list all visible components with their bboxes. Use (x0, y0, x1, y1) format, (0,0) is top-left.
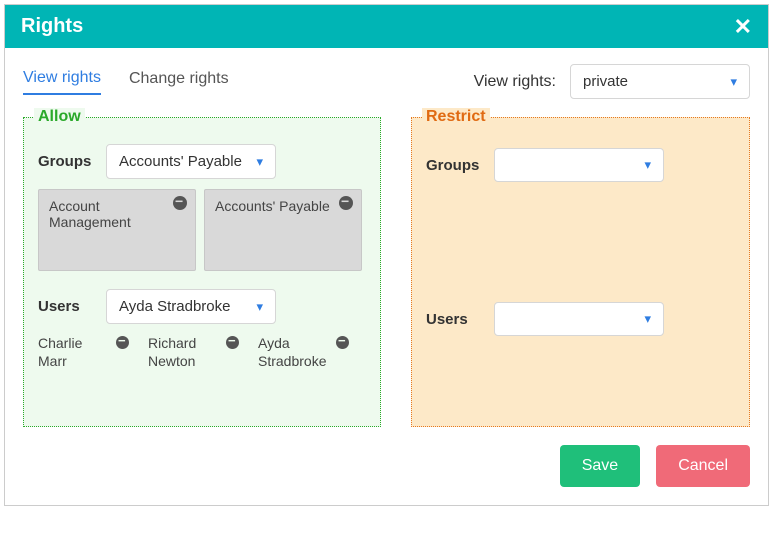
user-chip: Richard Newton (148, 334, 256, 370)
restrict-users-label: Users (426, 311, 484, 328)
restrict-title: Restrict (422, 108, 490, 126)
user-chip: Charlie Marr (38, 334, 146, 370)
dialog-title: Rights (21, 15, 83, 38)
remove-icon[interactable] (226, 336, 239, 349)
dialog-titlebar: Rights ✕ (5, 5, 768, 48)
allow-users-label: Users (38, 298, 96, 315)
chevron-down-icon: ▾ (644, 311, 651, 327)
group-chip-label: Account Management (49, 198, 131, 230)
scope-value: private (583, 73, 628, 90)
chevron-down-icon: ▾ (256, 299, 263, 315)
allow-users-dropdown[interactable]: Ayda Stradbroke ▾ (106, 289, 276, 324)
restrict-users-dropdown[interactable]: ▾ (494, 302, 664, 336)
chevron-down-icon: ▾ (730, 74, 737, 90)
chevron-down-icon: ▾ (644, 157, 651, 173)
close-icon[interactable]: ✕ (734, 16, 752, 38)
tab-view-rights[interactable]: View rights (23, 69, 101, 95)
scope-label: View rights: (474, 73, 556, 91)
remove-icon[interactable] (336, 336, 349, 349)
allow-groups-selected: Accounts' Payable (119, 153, 242, 170)
user-chip-label: Richard Newton (148, 334, 220, 370)
dialog-body: View rights Change rights View rights: p… (5, 48, 768, 505)
group-chip-label: Accounts' Payable (215, 198, 330, 214)
user-chip-label: Charlie Marr (38, 334, 110, 370)
restrict-groups-label: Groups (426, 157, 484, 174)
group-chip: Accounts' Payable (204, 189, 362, 271)
allow-panel: Allow Groups Accounts' Payable ▾ Account… (23, 117, 381, 427)
remove-icon[interactable] (339, 196, 353, 210)
allow-title: Allow (34, 108, 85, 126)
tabs: View rights Change rights (23, 69, 229, 95)
group-chip: Account Management (38, 189, 196, 271)
remove-icon[interactable] (116, 336, 129, 349)
restrict-groups-row: Groups ▾ (426, 148, 735, 182)
allow-groups-chips: Account Management Accounts' Payable (38, 189, 366, 271)
cancel-button[interactable]: Cancel (656, 445, 750, 487)
user-chip: Ayda Stradbroke (258, 334, 366, 370)
restrict-users-row: Users ▾ (426, 302, 735, 336)
columns: Allow Groups Accounts' Payable ▾ Account… (23, 117, 750, 427)
allow-users-selected: Ayda Stradbroke (119, 298, 230, 315)
allow-groups-dropdown[interactable]: Accounts' Payable ▾ (106, 144, 276, 179)
allow-groups-row: Groups Accounts' Payable ▾ (38, 144, 366, 179)
user-chip-label: Ayda Stradbroke (258, 334, 330, 370)
dialog-footer: Save Cancel (23, 445, 750, 487)
allow-users-chips: Charlie Marr Richard Newton Ayda Stradbr… (38, 334, 366, 370)
top-row: View rights Change rights View rights: p… (23, 64, 750, 99)
rights-dialog: Rights ✕ View rights Change rights View … (4, 4, 769, 506)
tab-change-rights[interactable]: Change rights (129, 70, 229, 94)
save-button[interactable]: Save (560, 445, 640, 487)
remove-icon[interactable] (173, 196, 187, 210)
allow-groups-label: Groups (38, 153, 96, 170)
chevron-down-icon: ▾ (256, 154, 263, 170)
scope-dropdown[interactable]: private ▾ (570, 64, 750, 99)
restrict-panel: Restrict Groups ▾ Users ▾ (411, 117, 750, 427)
restrict-groups-dropdown[interactable]: ▾ (494, 148, 664, 182)
allow-users-row: Users Ayda Stradbroke ▾ (38, 289, 366, 324)
